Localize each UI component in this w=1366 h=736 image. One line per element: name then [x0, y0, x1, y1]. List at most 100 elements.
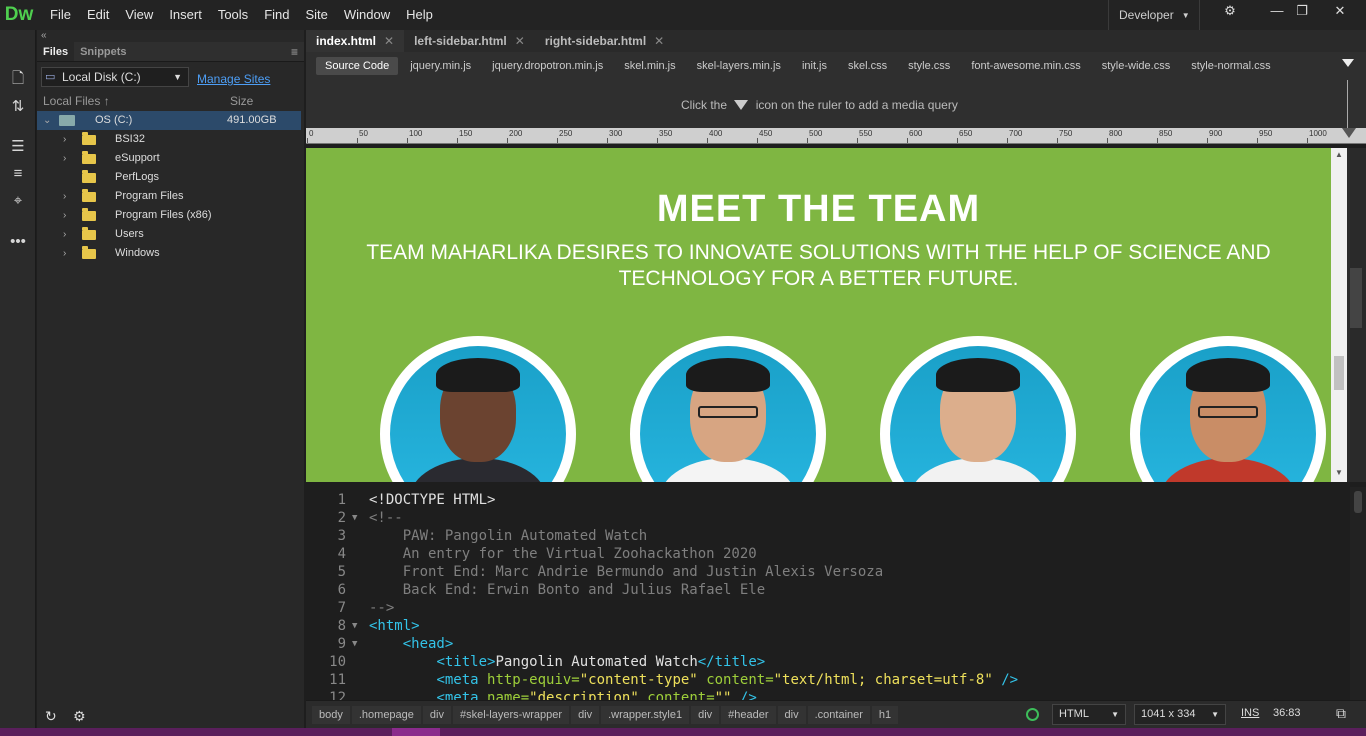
- code-line[interactable]: 8 ▼ <html>: [306, 617, 1350, 635]
- restore-icon[interactable]: ❐: [1288, 0, 1316, 22]
- tab-files[interactable]: Files: [37, 42, 75, 61]
- tree-folder[interactable]: › eSupport: [37, 149, 301, 168]
- menu-tools[interactable]: Tools: [210, 0, 256, 30]
- fold-toggle-icon[interactable]: ▼: [352, 509, 357, 527]
- chevron-right-icon[interactable]: ›: [63, 149, 66, 168]
- tree-folder[interactable]: › Users: [37, 225, 301, 244]
- filter-icon[interactable]: [1342, 59, 1354, 67]
- chevron-right-icon[interactable]: ›: [63, 130, 66, 149]
- tree-folder[interactable]: › Program Files: [37, 187, 301, 206]
- related-file[interactable]: init.js: [793, 57, 836, 75]
- menu-view[interactable]: View: [117, 0, 161, 30]
- code-line[interactable]: 6 Back End: Erwin Bonto and Julius Rafae…: [306, 581, 1350, 599]
- code-scrollbar[interactable]: [1350, 487, 1366, 700]
- ruler-marker-icon[interactable]: [1342, 128, 1356, 138]
- menu-insert[interactable]: Insert: [161, 0, 210, 30]
- code-line[interactable]: 3 PAW: Pangolin Automated Watch: [306, 527, 1350, 545]
- code-view[interactable]: 1 <!DOCTYPE HTML> 2 ▼ <!-- 3 PAW: Pangolin Au…: [306, 487, 1350, 700]
- related-file[interactable]: skel.min.js: [615, 57, 684, 75]
- fold-toggle-icon[interactable]: ▼: [352, 635, 357, 653]
- related-file[interactable]: jquery.dropotron.min.js: [483, 57, 612, 75]
- tag-selector-item[interactable]: div: [422, 705, 451, 724]
- code-line[interactable]: 12 <meta name="description" content="" /…: [306, 689, 1350, 700]
- related-file[interactable]: Source Code: [316, 57, 399, 75]
- tag-selector-item[interactable]: div: [777, 705, 806, 724]
- code-line[interactable]: 5 Front End: Marc Andrie Bermundo and Ju…: [306, 563, 1350, 581]
- live-view[interactable]: MEET THE TEAM TEAM MAHARLIKA DESIRES TO …: [306, 148, 1331, 482]
- site-select[interactable]: ▭ Local Disk (C:) ▼: [41, 67, 189, 87]
- tag-selector-item[interactable]: .homepage: [351, 705, 421, 724]
- code-line[interactable]: 1 <!DOCTYPE HTML>: [306, 491, 1350, 509]
- collapse-icon[interactable]: «: [41, 30, 47, 41]
- document-type-select[interactable]: HTML ▼: [1052, 704, 1126, 725]
- tag-selector-item[interactable]: div: [571, 705, 600, 724]
- manage-sites-link[interactable]: Manage Sites: [197, 72, 270, 86]
- new-document-icon[interactable]: 🗋: [0, 66, 36, 92]
- chevron-down-icon[interactable]: ⌄: [43, 111, 51, 130]
- close-icon[interactable]: ✕: [1326, 0, 1354, 22]
- related-file[interactable]: skel.css: [839, 57, 896, 75]
- tag-selector-item[interactable]: #skel-layers-wrapper: [452, 705, 570, 724]
- width-ruler[interactable]: 0 50 100 150 200 250 300 350 400 450 500 550 600 650 7…: [306, 128, 1366, 144]
- panel-menu-icon[interactable]: ≡: [291, 45, 298, 59]
- target-icon[interactable]: ⌖: [0, 188, 36, 214]
- chevron-right-icon[interactable]: ›: [63, 206, 66, 225]
- tab-document[interactable]: index.html ✕: [306, 30, 405, 52]
- tab-document[interactable]: right-sidebar.html ✕: [535, 30, 674, 52]
- related-file[interactable]: style-wide.css: [1093, 57, 1179, 75]
- workspace-switcher[interactable]: Developer ▼: [1108, 0, 1200, 30]
- scroll-thumb[interactable]: [1354, 491, 1362, 513]
- menu-window[interactable]: Window: [336, 0, 398, 30]
- tree-folder[interactable]: › BSI32: [37, 130, 301, 149]
- menu-help[interactable]: Help: [398, 0, 441, 30]
- tag-selector-item[interactable]: body: [312, 705, 350, 724]
- col-size[interactable]: Size: [230, 94, 253, 108]
- window-size-select[interactable]: 1041 x 334 ▼: [1134, 704, 1226, 725]
- tab-document[interactable]: left-sidebar.html ✕: [404, 30, 535, 52]
- code-line[interactable]: 4 An entry for the Virtual Zoohackathon …: [306, 545, 1350, 563]
- more-icon[interactable]: •••: [0, 229, 36, 255]
- check-icon[interactable]: [1026, 708, 1039, 721]
- tag-selector-item[interactable]: #header: [721, 705, 776, 724]
- fold-toggle-icon[interactable]: ▼: [352, 617, 357, 635]
- menu-edit[interactable]: Edit: [79, 0, 117, 30]
- dom-panel-icon[interactable]: ≡: [0, 161, 36, 187]
- scroll-down-icon[interactable]: ▼: [1335, 468, 1343, 477]
- minimize-icon[interactable]: —: [1263, 0, 1291, 22]
- close-icon[interactable]: ✕: [654, 34, 664, 48]
- preview-icon[interactable]: ⧉: [1336, 705, 1346, 722]
- close-icon[interactable]: ✕: [384, 34, 394, 48]
- tab-snippets[interactable]: Snippets: [74, 42, 132, 61]
- connect-icon[interactable]: ⚙: [73, 708, 86, 725]
- tree-folder[interactable]: › Program Files (x86): [37, 206, 301, 225]
- inspect-icon[interactable]: ☰: [0, 134, 36, 160]
- col-local-files[interactable]: Local Files ↑: [43, 94, 110, 108]
- tag-selector-item[interactable]: .wrapper.style1: [601, 705, 690, 724]
- insert-mode[interactable]: INS: [1241, 707, 1259, 719]
- related-file[interactable]: style-normal.css: [1182, 57, 1279, 75]
- settings-icon[interactable]: ⚙: [1216, 0, 1244, 22]
- scroll-up-icon[interactable]: ▲: [1335, 150, 1343, 159]
- tree-folder[interactable]: PerfLogs: [37, 168, 301, 187]
- refresh-icon[interactable]: ↻: [45, 708, 57, 725]
- code-line[interactable]: 9 ▼ <head>: [306, 635, 1350, 653]
- code-line[interactable]: 11 <meta http-equiv="content-type" conte…: [306, 671, 1350, 689]
- related-file[interactable]: jquery.min.js: [401, 57, 480, 75]
- chevron-right-icon[interactable]: ›: [63, 225, 66, 244]
- live-view-scrollbar[interactable]: ▲ ▼: [1331, 148, 1347, 482]
- menu-find[interactable]: Find: [256, 0, 297, 30]
- menu-site[interactable]: Site: [297, 0, 335, 30]
- related-file[interactable]: skel-layers.min.js: [688, 57, 790, 75]
- code-line[interactable]: 10 <title>Pangolin Automated Watch</titl…: [306, 653, 1350, 671]
- tag-selector-item[interactable]: .container: [807, 705, 870, 724]
- related-file[interactable]: font-awesome.min.css: [962, 57, 1089, 75]
- tree-root[interactable]: ⌄ OS (C:) 491.00GB: [37, 111, 301, 130]
- menu-file[interactable]: File: [42, 0, 79, 30]
- code-line[interactable]: 2 ▼ <!--: [306, 509, 1350, 527]
- split-scrollbar[interactable]: [1347, 148, 1366, 482]
- close-icon[interactable]: ✕: [515, 34, 525, 48]
- tag-selector-item[interactable]: h1: [871, 705, 899, 724]
- file-transfer-icon[interactable]: ⇅: [0, 94, 36, 120]
- tag-selector-item[interactable]: div: [691, 705, 720, 724]
- scroll-thumb[interactable]: [1334, 356, 1344, 390]
